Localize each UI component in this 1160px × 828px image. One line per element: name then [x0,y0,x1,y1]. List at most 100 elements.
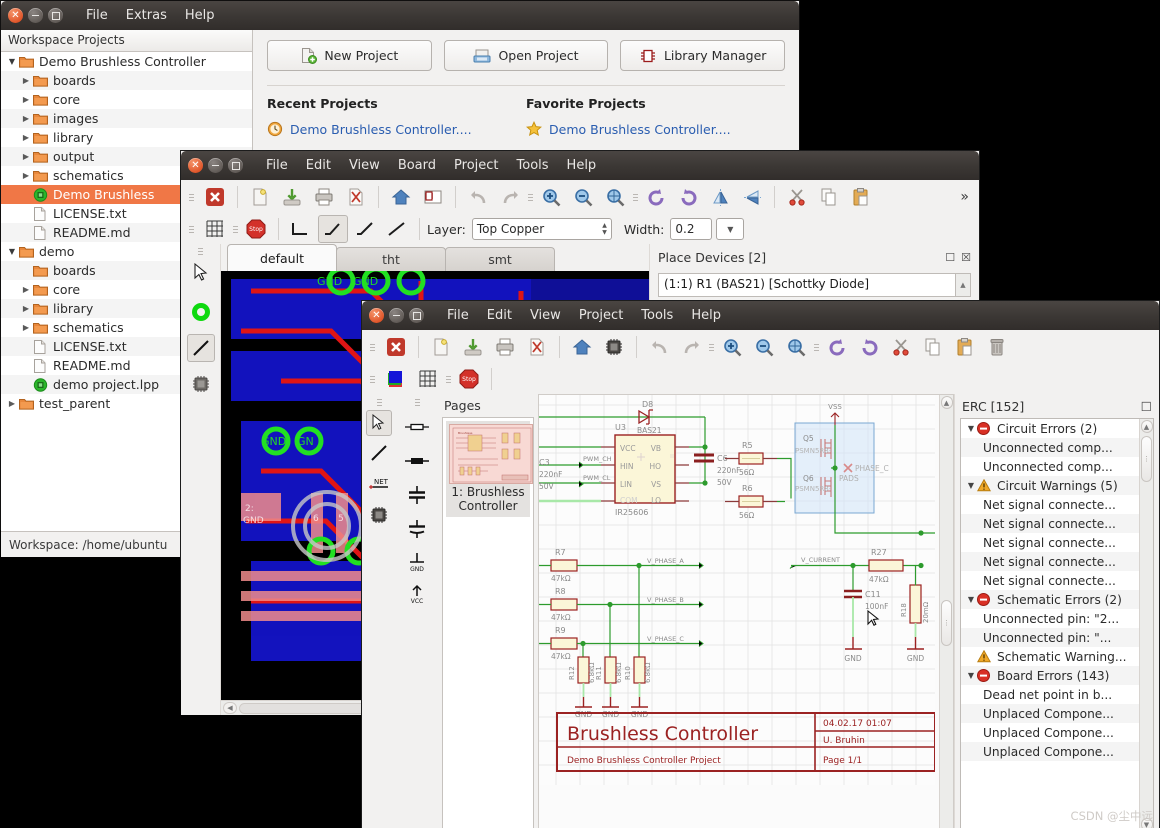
menu-edit[interactable]: Edit [297,156,340,175]
trace-90-icon[interactable] [286,215,316,243]
scroll-left-button[interactable]: ◀ [223,702,237,714]
close-window-button[interactable]: ✕ [369,308,384,323]
page-list-item[interactable]: Brushless 1: Brushless Controller [446,421,533,517]
trace-45-icon[interactable] [318,215,348,243]
chevron-right-icon[interactable]: ▶ [19,76,33,85]
palette-grip[interactable] [414,398,421,407]
copy-icon[interactable] [918,333,948,361]
menu-view[interactable]: View [521,306,570,325]
new-file-icon[interactable] [245,183,275,211]
menu-help[interactable]: Help [682,306,730,325]
trace-arc-icon[interactable] [350,215,380,243]
erc-list[interactable]: ▼ Circuit Errors (2) Unconnected comp... Un… [960,418,1154,828]
chevron-down-icon[interactable]: ▼ [965,424,977,433]
chevron-down-icon[interactable]: ▼ [965,671,977,680]
chevron-right-icon[interactable]: ▶ [19,304,33,313]
scroll-thumb[interactable]: ⋮ [1141,436,1152,482]
close-window-button[interactable]: ✕ [8,8,23,23]
board-icon[interactable] [418,183,448,211]
rotate-cw-icon[interactable] [673,183,703,211]
chevron-right-icon[interactable]: ▶ [19,133,33,142]
menu-tools[interactable]: Tools [508,156,558,175]
chip-icon[interactable] [186,370,216,398]
place-devices-item[interactable]: (1:1) R1 (BAS21) [Schottky Diode] [658,273,956,297]
toolbar-grip[interactable] [188,219,195,239]
place-devices-listbox[interactable]: (1:1) R1 (BAS21) [Schottky Diode] ▲ [658,273,971,297]
print-icon[interactable] [309,183,339,211]
layer-select[interactable]: Top Copper ▲ ▼ [471,218,612,240]
menu-help[interactable]: Help [176,6,224,25]
menu-board[interactable]: Board [389,156,445,175]
zoom-in-icon[interactable] [536,183,566,211]
undock-icon[interactable]: ☐ [1141,399,1152,414]
toolbar-grip[interactable] [445,375,452,383]
chevron-down-icon[interactable]: ▼ [965,481,977,490]
scroll-thumb[interactable]: ⋮ [941,599,952,646]
undo-icon[interactable] [644,333,674,361]
chevron-down-icon[interactable]: ▼ [5,247,19,256]
menu-edit[interactable]: Edit [478,306,521,325]
export-pdf-icon[interactable] [341,183,371,211]
grid-icon[interactable] [200,215,230,243]
flip-vertical-icon[interactable] [737,183,767,211]
menu-project[interactable]: Project [570,306,632,325]
rotate-cw-icon[interactable] [854,333,884,361]
width-input[interactable]: 0.2 [670,218,713,240]
paste-icon[interactable] [846,183,876,211]
erc-item-row[interactable]: Net signal connecte... [961,495,1139,514]
board-tab-default[interactable]: default [227,244,337,271]
pages-list[interactable]: Brushless 1: Brushless Controller [442,417,534,828]
menu-file[interactable]: File [257,156,297,175]
toolbar-grip[interactable] [527,193,534,201]
stop-icon[interactable]: Stop [454,365,484,393]
chevron-down-icon[interactable]: ▼ [5,57,19,66]
menu-file[interactable]: File [438,306,478,325]
zoom-fit-icon[interactable] [600,183,630,211]
toolbar-grip[interactable] [369,337,376,357]
inductor-icon[interactable] [402,447,432,475]
erc-item-row[interactable]: Unplaced Compone... [961,723,1139,742]
toolbar-grip[interactable] [369,369,376,389]
erc-item-row[interactable]: Unconnected pin: "2... [961,609,1139,628]
erc-item-row[interactable]: Net signal connecte... [961,571,1139,590]
zoom-out-icon[interactable] [568,183,598,211]
chevron-right-icon[interactable]: ▶ [19,323,33,332]
redo-icon[interactable] [676,333,706,361]
chevron-right-icon[interactable]: ▶ [19,285,33,294]
redo-icon[interactable] [495,183,525,211]
print-icon[interactable] [490,333,520,361]
zoom-in-icon[interactable] [717,333,747,361]
erc-item-row[interactable]: Net signal connecte... [961,514,1139,533]
stop-icon[interactable]: Stop [241,215,271,243]
scroll-up-button[interactable]: ▲ [956,273,971,297]
minimize-window-button[interactable] [28,8,43,23]
chevron-right-icon[interactable]: ▶ [5,399,19,408]
maximize-window-button[interactable] [409,308,424,323]
rotate-ccw-icon[interactable] [641,183,671,211]
trace-straight-icon[interactable] [382,215,412,243]
capacitor-icon[interactable] [402,481,432,509]
open-project-button[interactable]: Open Project [443,40,609,71]
copy-icon[interactable] [814,183,844,211]
tree-item[interactable]: ▶ library [1,128,252,147]
erc-item-row[interactable]: Unconnected comp... [961,438,1139,457]
chevron-down-icon[interactable]: ▼ [965,595,977,604]
tree-item[interactable]: ▶ images [1,109,252,128]
cursor-icon[interactable] [186,258,216,286]
maximize-window-button[interactable] [228,158,243,173]
close-icon[interactable] [381,333,411,361]
trace-icon[interactable] [186,334,215,362]
export-pdf-icon[interactable] [522,333,552,361]
maximize-window-button[interactable] [48,8,63,23]
board-tab-tht[interactable]: tht [336,247,446,271]
toolbar-grip[interactable] [188,187,195,207]
toolbar-overflow-button[interactable]: » [960,189,975,205]
wire-icon[interactable] [364,439,394,467]
save-icon[interactable] [277,183,307,211]
paste-icon[interactable] [950,333,980,361]
delete-icon[interactable] [982,333,1012,361]
toolbar-grip[interactable] [632,193,639,201]
close-icon[interactable]: ☒ [961,251,971,264]
erc-item-row[interactable]: Unconnected pin: "... [961,628,1139,647]
chevron-right-icon[interactable]: ▶ [19,171,33,180]
